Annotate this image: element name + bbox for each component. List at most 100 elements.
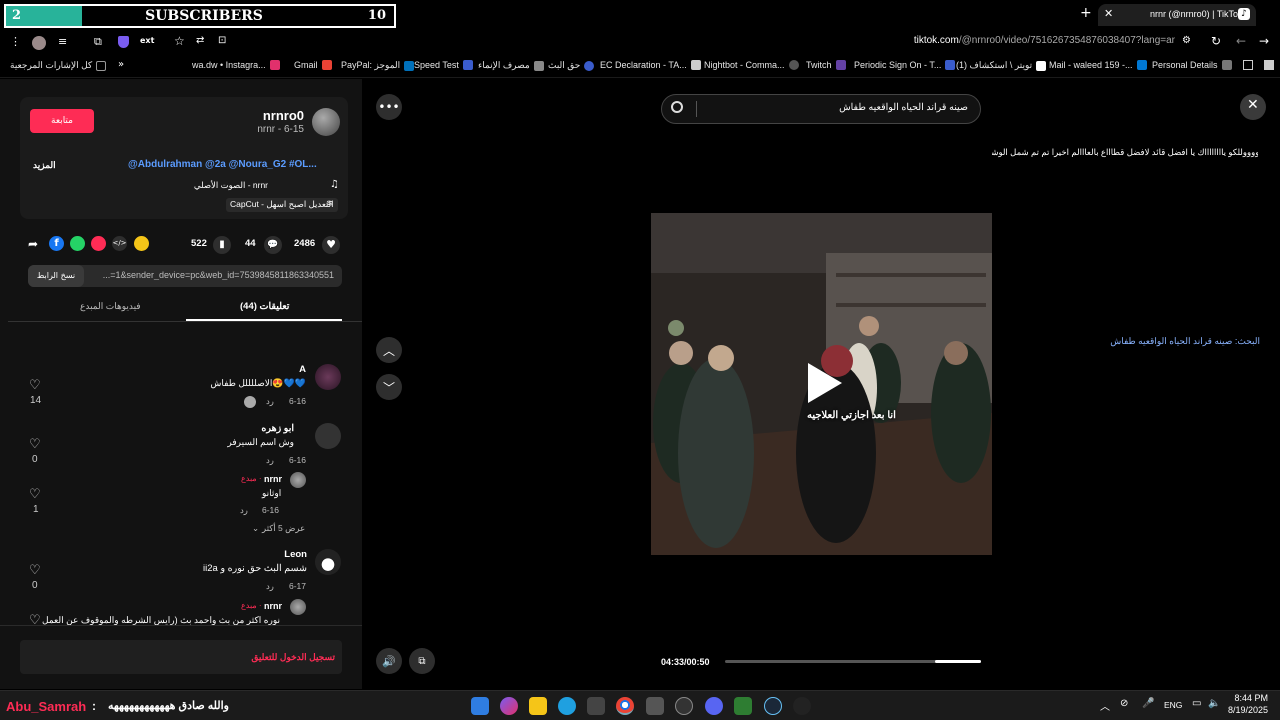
bookmark-rights[interactable]: حق البث: [548, 60, 595, 71]
reply-link[interactable]: رد: [266, 581, 274, 592]
play-icon[interactable]: [808, 363, 842, 403]
more-link[interactable]: المزيد: [33, 160, 56, 171]
address-bar[interactable]: tiktok.com/@nrnro0/video/751626735487603…: [860, 35, 1175, 51]
edge-icon[interactable]: [558, 697, 576, 715]
login-to-comment-link[interactable]: تسجيل الدخول للتعليق: [251, 652, 335, 663]
copy-link-button[interactable]: نسخ الرابط: [28, 265, 84, 287]
chevron-more-icon[interactable]: »: [118, 59, 124, 70]
bookmark-alinma[interactable]: مصرف الإنماء: [478, 60, 544, 71]
post-caption-line2[interactable]: @Abdulrahman @2a @Noura_G2 #OL...: [128, 159, 317, 170]
clock-date[interactable]: 8/19/2025: [1228, 705, 1268, 715]
whatsapp-icon[interactable]: [70, 236, 85, 251]
reply-author[interactable]: nrnr: [264, 474, 282, 484]
like-icon[interactable]: ♥: [322, 236, 340, 254]
profile-avatar[interactable]: [32, 36, 46, 50]
display-icon[interactable]: ▭: [1192, 698, 1201, 709]
tray-chevron-icon[interactable]: ︿: [1100, 698, 1110, 713]
file-explorer-icon[interactable]: [529, 697, 547, 715]
bookmark-periodic[interactable]: Periodic Sign On - T...: [854, 60, 956, 70]
bookmark-ec[interactable]: EC Declaration - TA...: [600, 60, 701, 70]
copilot-icon[interactable]: [500, 697, 518, 715]
bookmark-icon[interactable]: ▮: [213, 236, 231, 254]
forward-icon[interactable]: ←: [1236, 34, 1246, 48]
progress-track[interactable]: [725, 660, 981, 663]
comment-avatar[interactable]: [315, 423, 341, 449]
search-hint[interactable]: البحث: صينه قراند الحياه الواقعيه طفاش: [1110, 336, 1260, 347]
comment-icon[interactable]: 💬: [264, 236, 282, 254]
bookmark-personal[interactable]: Personal Details: [1152, 60, 1232, 70]
pip-button[interactable]: ⧉: [409, 648, 435, 674]
more-options-button[interactable]: •••: [376, 94, 402, 120]
grid-apps-icon[interactable]: [1243, 60, 1253, 70]
calculator-icon[interactable]: [646, 697, 664, 715]
sidebar-icon[interactable]: [1264, 60, 1274, 70]
bookmark-instagram[interactable]: wa.dw • Instagra...: [192, 60, 280, 70]
reply-avatar[interactable]: [290, 599, 306, 615]
bookmark-mail[interactable]: Mail - waleed 159 -...: [1049, 60, 1147, 70]
bookmark-gmail[interactable]: Gmail: [294, 60, 332, 70]
comment-like-icon[interactable]: ♡: [29, 378, 41, 393]
previous-video-button[interactable]: ︿: [376, 337, 402, 363]
comment-like-icon[interactable]: ♡: [29, 487, 41, 502]
tab-tiktok[interactable]: nrnr (@nrnro0) | TikTok ♪: [1098, 4, 1256, 26]
sound-label[interactable]: الصوت الأصلي - nrnr: [194, 180, 268, 191]
reply-link[interactable]: رد: [266, 455, 274, 466]
bookmark-all[interactable]: كل الإشارات المرجعية: [10, 60, 107, 71]
app-icon[interactable]: [793, 697, 811, 715]
comment-author[interactable]: Leon: [284, 549, 307, 560]
star-bookmark-icon[interactable]: ☆: [174, 34, 185, 48]
install-app-icon[interactable]: ⊡: [218, 35, 226, 46]
comment-like-icon[interactable]: ♡: [29, 437, 41, 452]
comment-avatar[interactable]: [315, 364, 341, 390]
puzzle-icon[interactable]: ⧉: [94, 35, 102, 49]
site-settings-icon[interactable]: ⚙: [1182, 35, 1191, 46]
close-video-button[interactable]: ✕: [1240, 94, 1266, 120]
telegram-icon[interactable]: [91, 236, 106, 251]
bookmark-speedtest[interactable]: Speed Test: [414, 60, 473, 70]
reply-author[interactable]: nrnr: [264, 601, 282, 611]
reply-link[interactable]: رد: [240, 505, 248, 516]
author-avatar[interactable]: [312, 108, 340, 136]
facebook-icon[interactable]: f: [49, 236, 64, 251]
bookmark-paypal[interactable]: PayPal: الموجز: [341, 60, 415, 71]
bookmark-twitter[interactable]: (1) تويتر \ استكشاف: [956, 60, 1047, 71]
author-username[interactable]: nrnro0: [263, 108, 304, 123]
embed-icon[interactable]: </>: [112, 236, 127, 251]
search-icon[interactable]: [671, 101, 683, 113]
shield-extension-icon[interactable]: [118, 36, 129, 48]
extensions-list-icon[interactable]: ≡: [58, 35, 67, 48]
menu-dots-icon[interactable]: ⋮: [10, 35, 21, 48]
language-indicator[interactable]: ENG: [1164, 700, 1182, 710]
reply-link[interactable]: رد: [266, 396, 274, 407]
excel-icon[interactable]: [734, 697, 752, 715]
network-status-icon[interactable]: ⊘: [1120, 698, 1128, 709]
discord-icon[interactable]: [705, 697, 723, 715]
steam-icon[interactable]: [764, 697, 782, 715]
chrome-icon[interactable]: [616, 697, 634, 715]
comment-author[interactable]: A: [299, 364, 306, 375]
coin-icon[interactable]: [134, 236, 149, 251]
tab-comments[interactable]: تعليقات (44): [240, 301, 289, 312]
next-video-button[interactable]: ﹀: [376, 374, 402, 400]
follow-button[interactable]: متابعة: [30, 109, 94, 133]
comment-avatar[interactable]: [315, 549, 341, 575]
clock-time[interactable]: 8:44 PM: [1234, 693, 1268, 703]
ext-icon[interactable]: ext: [140, 36, 154, 45]
new-tab-icon[interactable]: +: [1080, 5, 1092, 21]
show-more-replies[interactable]: عرض 5 أكثر: [262, 523, 305, 534]
chevron-down-icon[interactable]: ⌄: [252, 523, 259, 534]
tab-creator-videos[interactable]: فيديوهات المبدع: [80, 301, 141, 312]
volume-button[interactable]: 🔊: [376, 648, 402, 674]
store-icon[interactable]: [587, 697, 605, 715]
comment-author[interactable]: ابو زهره: [261, 423, 294, 434]
close-tab-icon[interactable]: ✕: [1104, 7, 1113, 20]
volume-icon[interactable]: 🔈: [1208, 698, 1220, 709]
bookmark-nightbot[interactable]: Nightbot - Comma...: [704, 60, 799, 70]
reply-avatar[interactable]: [290, 472, 306, 488]
windows-start-icon[interactable]: [471, 697, 489, 715]
bookmark-twitch[interactable]: Twitch: [806, 60, 846, 70]
reload-icon[interactable]: ↻: [1211, 34, 1221, 48]
microphone-icon[interactable]: 🎤: [1142, 698, 1154, 709]
search-field[interactable]: صينه قراند الحياه الواقعيه طفاش: [661, 94, 981, 124]
obs-icon[interactable]: [675, 697, 693, 715]
